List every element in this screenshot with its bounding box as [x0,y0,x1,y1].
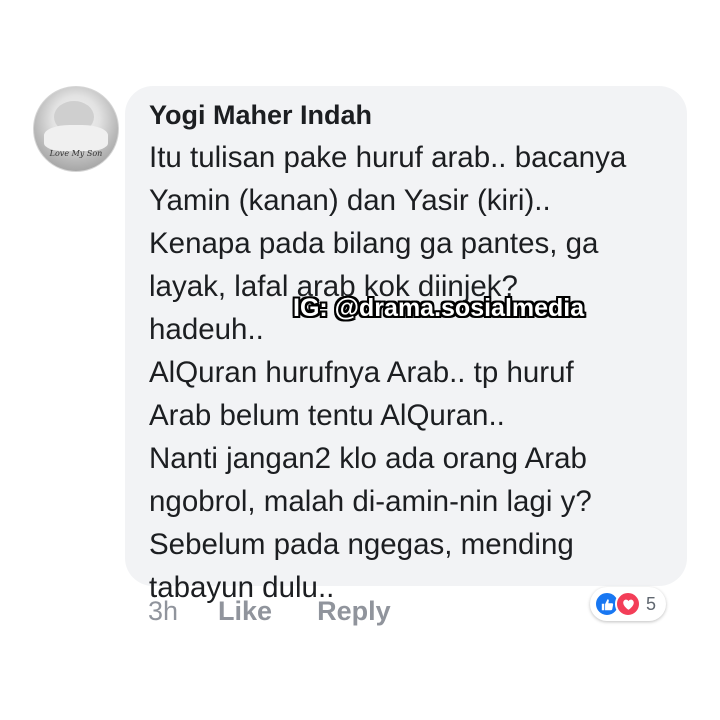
avatar-caption: Love My Son [49,149,103,158]
comment-line: AlQuran hurufnya Arab.. tp huruf [149,356,574,389]
comment-line: Yamin (kanan) dan Yasir (kiri).. [149,184,551,217]
comment-line: ngobrol, malah di-amin-nin lagi y? [149,485,592,518]
comment-actions: 3h Like Reply [148,596,391,627]
comment-text: Itu tulisan pake huruf arab.. bacanya Ya… [149,136,626,609]
reaction-count: 5 [646,593,657,614]
comment-line: Itu tulisan pake huruf arab.. bacanya [149,141,627,174]
like-button[interactable]: Like [218,596,272,627]
comment-line: Kenapa pada bilang ga pantes, ga [149,227,599,260]
comment-line: Sebelum pada ngegas, mending [149,528,574,561]
love-icon [615,591,641,617]
avatar-photo-body [44,125,108,151]
comment-author[interactable]: Yogi Maher Indah [149,100,372,131]
avatar[interactable]: Love My Son [33,86,119,172]
reaction-summary[interactable]: 5 [590,587,667,621]
comment-bubble: Yogi Maher Indah Itu tulisan pake huruf … [125,86,687,604]
watermark: IG: @drama.sosialmedia [293,294,585,322]
reply-button[interactable]: Reply [317,596,391,627]
comment-timestamp[interactable]: 3h [148,596,178,627]
comment-line: Arab belum tentu AlQuran.. [149,399,505,432]
comment-line: Nanti jangan2 klo ada orang Arab [149,442,587,475]
